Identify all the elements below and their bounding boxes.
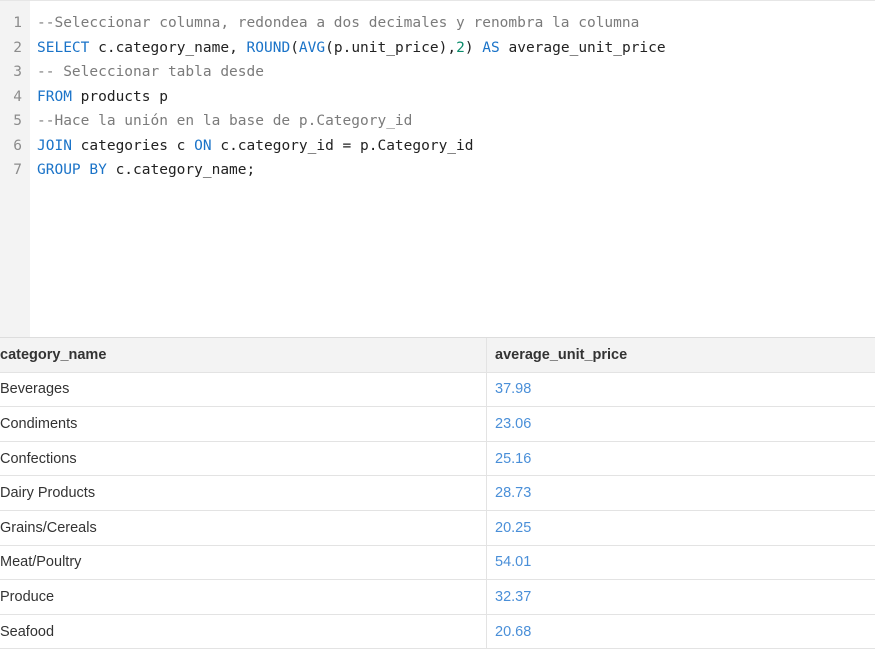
code-token-text: c.category_name; xyxy=(106,162,256,178)
cell-category-name: Condiments xyxy=(0,407,487,441)
line-number: 2 xyxy=(13,39,22,56)
cell-category-name: Seafood xyxy=(0,614,487,649)
code-line[interactable]: 1 --Seleccionar columna, redondea a dos d… xyxy=(0,11,875,36)
code-token-text: ( xyxy=(290,39,299,56)
code-token-number: 2 xyxy=(456,39,465,56)
code-line[interactable]: 4 FROM products p xyxy=(0,85,875,110)
line-number: 1 xyxy=(13,15,22,31)
code-line[interactable]: 7 GROUP BY c.category_name; xyxy=(0,158,875,183)
sql-editor[interactable]: 1 --Seleccionar columna, redondea a dos d… xyxy=(0,0,875,337)
code-token-comment: --Seleccionar columna, redondea a dos de… xyxy=(37,15,640,31)
code-token-text: average_unit_price xyxy=(499,39,666,56)
cell-average-unit-price: 25.16 xyxy=(495,450,532,467)
line-number: 3 xyxy=(13,64,22,80)
code-token-keyword: JOIN xyxy=(37,137,72,154)
results-header-row: category_name average_unit_price xyxy=(0,338,875,373)
table-row[interactable]: Confections 25.16 xyxy=(0,441,875,477)
code-line[interactable]: 5 --Hace la unión en la base de p.Categor… xyxy=(0,109,875,134)
code-token-text: c.category_name, xyxy=(89,39,247,56)
cell-average-unit-price: 23.06 xyxy=(495,415,532,432)
cell-average-unit-price: 54.01 xyxy=(495,554,532,571)
code-token-text: (p.unit_price), xyxy=(325,39,457,56)
line-number: 6 xyxy=(13,137,22,154)
results-table: category_name average_unit_price Beverag… xyxy=(0,337,875,650)
code-token-text: c.category_id = p.Category_id xyxy=(211,137,474,154)
code-lines[interactable]: 1 --Seleccionar columna, redondea a dos d… xyxy=(0,11,875,183)
table-row[interactable]: Beverages 37.98 xyxy=(0,372,875,408)
cell-average-unit-price: 20.68 xyxy=(495,623,532,640)
table-row[interactable]: Seafood 20.68 xyxy=(0,614,875,650)
code-token-keyword: GROUP BY xyxy=(37,162,107,178)
cell-category-name: Meat/Poultry xyxy=(0,545,487,580)
column-header-category-name[interactable]: category_name xyxy=(0,338,487,372)
cell-category-name: Dairy Products xyxy=(0,476,487,510)
table-row[interactable]: Condiments 23.06 xyxy=(0,407,875,442)
cell-category-name: Confections xyxy=(0,441,487,476)
code-token-keyword: ROUND xyxy=(246,39,291,56)
column-header-average-unit-price[interactable]: average_unit_price xyxy=(487,338,875,372)
code-token-keyword: ON xyxy=(194,137,212,154)
line-number: 7 xyxy=(13,162,22,178)
code-token-text: categories c xyxy=(71,137,195,154)
code-token-comment: -- Seleccionar tabla desde xyxy=(37,64,264,80)
code-line[interactable]: 3 -- Seleccionar tabla desde xyxy=(0,60,875,85)
table-row[interactable]: Meat/Poultry 54.01 xyxy=(0,545,875,581)
table-row[interactable]: Produce 32.37 xyxy=(0,580,875,615)
code-token-text: ) xyxy=(464,39,483,56)
code-token-keyword: FROM xyxy=(37,88,72,105)
code-token-keyword: SELECT xyxy=(37,39,90,56)
code-token-text: products p xyxy=(71,88,168,105)
code-line[interactable]: 6 JOIN categories c ON c.category_id = p.… xyxy=(0,134,875,159)
cell-category-name: Grains/Cereals xyxy=(0,510,487,545)
code-token-keyword: AVG xyxy=(298,39,326,56)
table-row[interactable]: Dairy Products 28.73 xyxy=(0,476,875,511)
cell-average-unit-price: 20.25 xyxy=(495,519,532,536)
code-token-keyword: AS xyxy=(482,39,500,56)
code-line[interactable]: 2 SELECT c.category_name, ROUND(AVG (p.uni… xyxy=(0,36,875,61)
line-number: 5 xyxy=(13,113,22,129)
code-token-comment: --Hace la unión en la base de p.Category… xyxy=(37,113,413,129)
cell-category-name: Produce xyxy=(0,580,487,614)
cell-average-unit-price: 28.73 xyxy=(495,485,532,502)
cell-average-unit-price: 32.37 xyxy=(495,588,532,605)
cell-category-name: Beverages xyxy=(0,372,487,407)
line-number: 4 xyxy=(13,88,22,105)
table-row[interactable]: Grains/Cereals 20.25 xyxy=(0,510,875,546)
cell-average-unit-price: 37.98 xyxy=(495,381,532,398)
